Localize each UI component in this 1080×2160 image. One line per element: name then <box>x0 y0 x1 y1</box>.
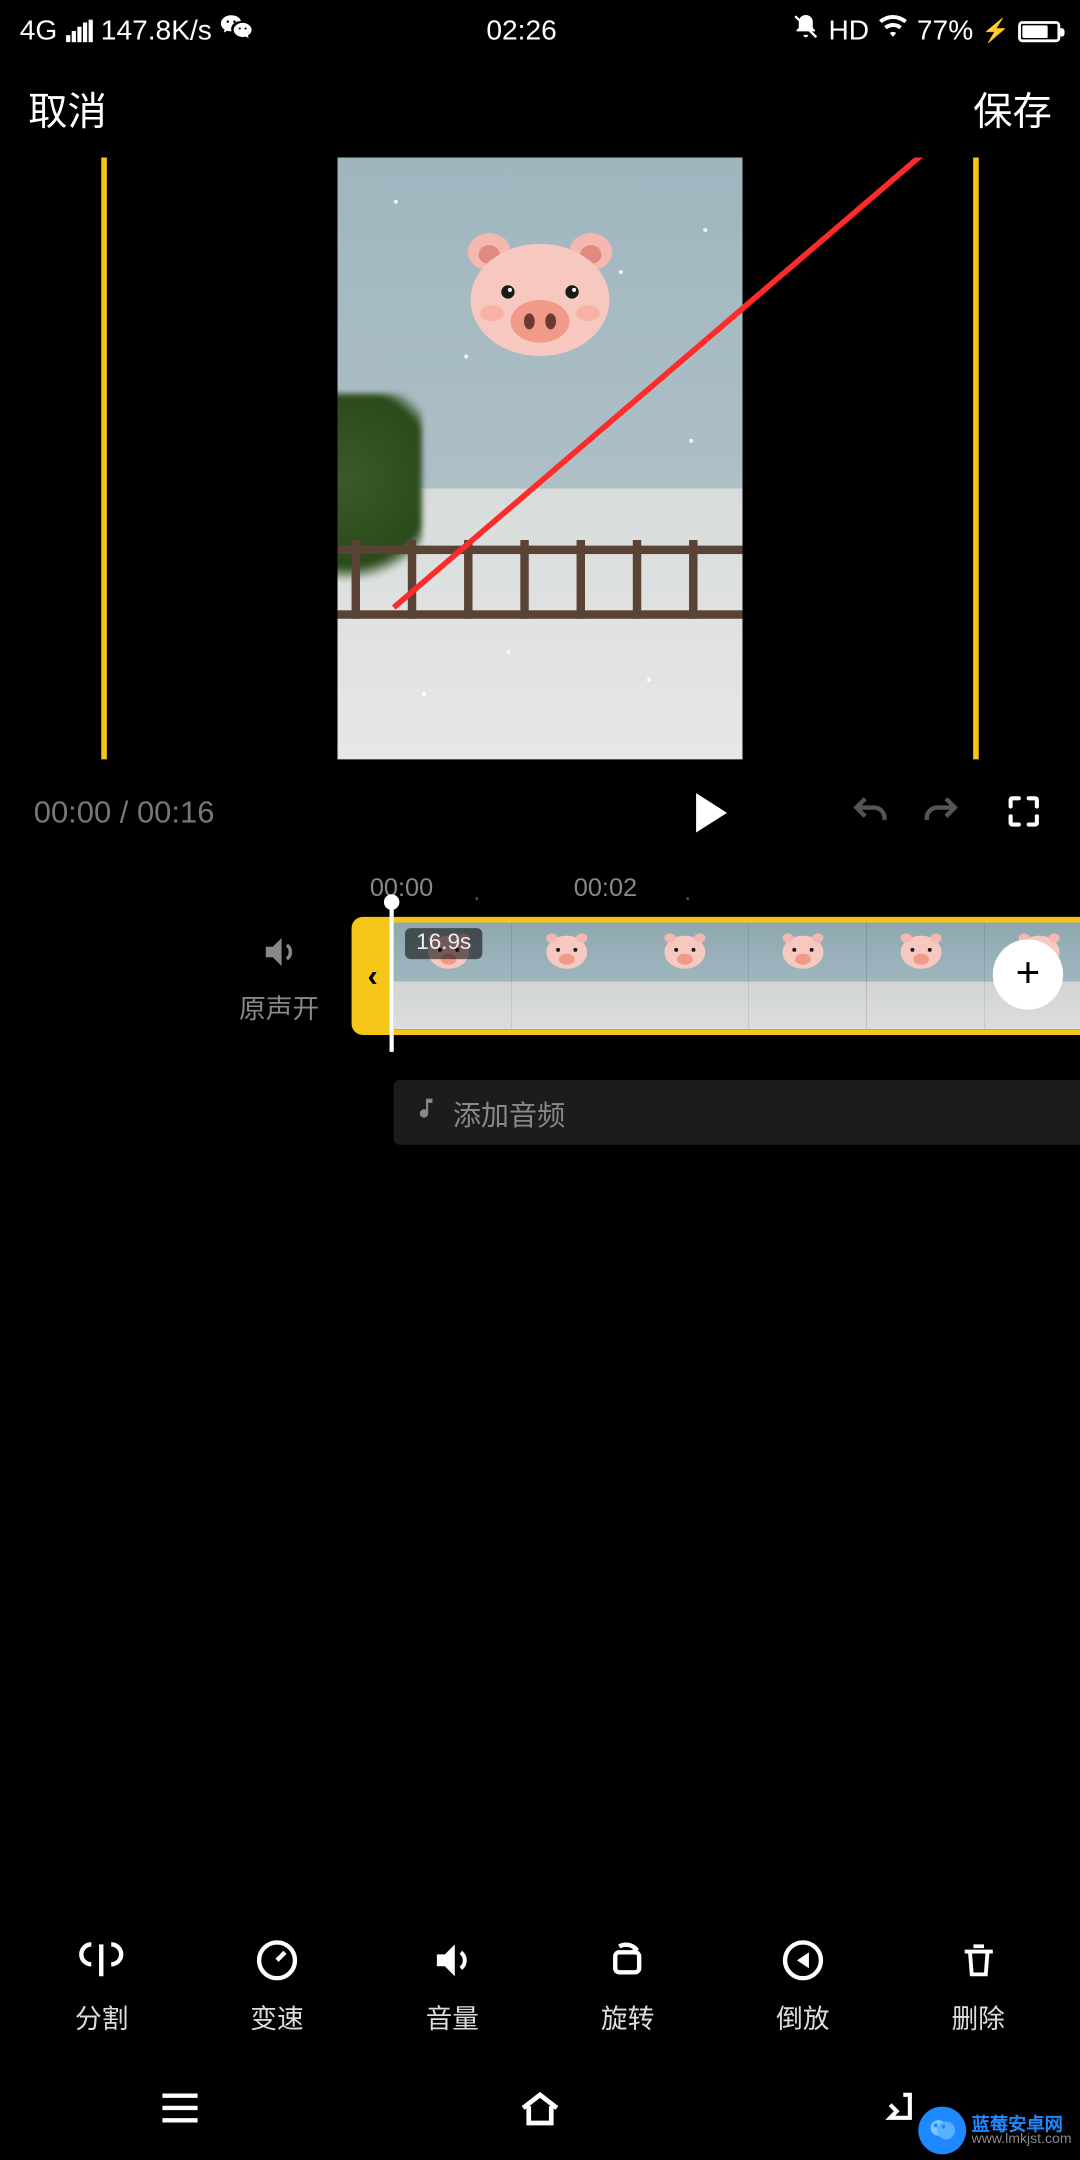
battery-icon <box>1018 20 1060 41</box>
tool-speed[interactable]: 变速 <box>214 1936 341 2036</box>
playhead[interactable] <box>390 900 394 1052</box>
time-display: 00:00 / 00:16 <box>34 795 670 832</box>
time-ruler: 00:00 · 00:02 · <box>0 866 1080 908</box>
save-button[interactable]: 保存 <box>973 82 1052 138</box>
hd-label: HD <box>828 15 869 47</box>
wifi-icon <box>878 14 909 48</box>
clip-handle-left[interactable]: ‹ <box>352 917 394 1035</box>
watermark: 蓝莓安卓网 www.lmkjst.com <box>918 2107 1071 2155</box>
trash-icon <box>957 1936 999 1984</box>
playback-controls: 00:00 / 00:16 <box>0 762 1080 858</box>
undo-button[interactable] <box>849 792 891 834</box>
redo-button[interactable] <box>920 792 962 834</box>
bottom-toolbar: 分割 变速 音量 旋转 倒放 删除 <box>0 1936 1080 2036</box>
top-header: 取消 保存 <box>0 56 1080 157</box>
fullscreen-button[interactable] <box>1004 792 1046 834</box>
play-button[interactable] <box>686 788 737 839</box>
battery-pct: 77% <box>917 15 973 47</box>
rotate-icon <box>604 1936 652 1984</box>
video-preview[interactable] <box>338 158 743 760</box>
clock: 02:26 <box>486 15 556 47</box>
tool-delete[interactable]: 删除 <box>915 1936 1042 2036</box>
preview-area <box>0 158 1080 763</box>
add-audio-row[interactable]: 添加音频 <box>394 1080 1080 1145</box>
timeline[interactable]: 原声开 ‹ 16.9s + <box>0 917 1080 1058</box>
cancel-button[interactable]: 取消 <box>28 82 107 138</box>
tool-volume[interactable]: 音量 <box>389 1936 516 2036</box>
clip-duration-badge: 16.9s <box>405 928 483 959</box>
nav-home-button[interactable] <box>512 2080 568 2136</box>
tool-reverse[interactable]: 倒放 <box>740 1936 867 2036</box>
volume-icon <box>428 1936 476 1984</box>
ruler-tick-0: 00:00 <box>370 873 433 903</box>
network-speed: 147.8K/s <box>101 15 212 47</box>
nav-menu-button[interactable] <box>152 2080 208 2136</box>
pig-sticker <box>459 228 621 362</box>
tool-rotate[interactable]: 旋转 <box>564 1936 691 2036</box>
music-note-icon <box>413 1095 438 1129</box>
speed-icon <box>253 1936 301 1984</box>
watermark-badge-icon <box>918 2107 966 2155</box>
add-clip-button[interactable]: + <box>993 939 1063 1009</box>
status-bar: 4G 147.8K/s 02:26 HD 77% ⚡ <box>0 0 1080 56</box>
clip-strip[interactable] <box>394 917 1080 1035</box>
network-type: 4G <box>20 15 58 47</box>
add-audio-label: 添加音频 <box>453 1092 566 1133</box>
tool-split[interactable]: 分割 <box>38 1936 165 2036</box>
signal-icon <box>66 20 93 43</box>
original-sound-toggle[interactable]: 原声开 <box>239 931 319 1027</box>
charging-icon: ⚡ <box>982 17 1010 45</box>
dnd-icon <box>792 13 820 50</box>
wechat-icon <box>220 13 251 50</box>
reverse-icon <box>779 1936 827 1984</box>
ruler-tick-1: 00:02 <box>574 873 637 903</box>
split-icon <box>78 1936 126 1984</box>
